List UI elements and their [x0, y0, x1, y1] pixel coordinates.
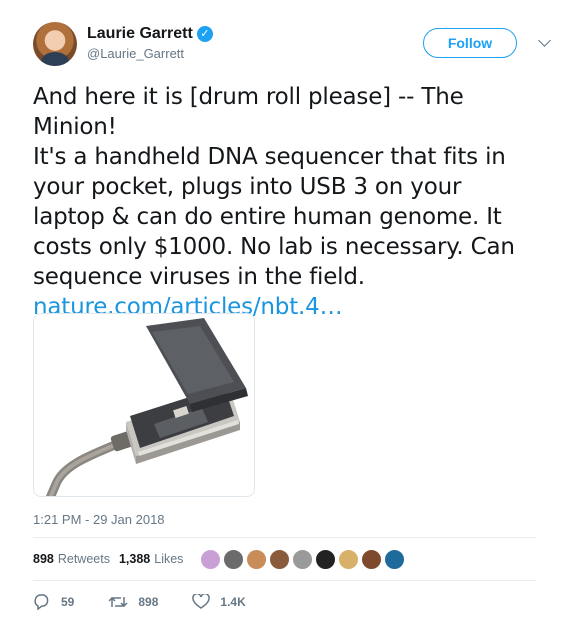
author-name[interactable]: Laurie Garrett [87, 25, 193, 43]
like-button[interactable]: 1.4K [192, 594, 246, 610]
liker-avatar[interactable] [292, 548, 314, 570]
tweet-header: Laurie Garrett ✓ @Laurie_Garrett Follow [33, 22, 551, 70]
verified-icon: ✓ [196, 26, 213, 42]
like-icon [192, 594, 211, 609]
likes-stat[interactable]: 1,388 Likes [119, 552, 183, 566]
tweet-body: And here it is [drum roll please] -- The… [33, 82, 538, 322]
media-image-minion-sequencer[interactable] [33, 313, 255, 497]
retweet-icon [108, 596, 128, 608]
retweets-stat[interactable]: 898 Retweets [33, 552, 110, 566]
engagement-stats: 898 Retweets 1,388 Likes [33, 548, 407, 570]
liker-avatars [200, 548, 407, 570]
reply-count: 59 [61, 595, 75, 609]
liker-avatar[interactable] [315, 548, 337, 570]
liker-avatar[interactable] [361, 548, 383, 570]
liker-avatar[interactable] [269, 548, 291, 570]
like-count: 1.4K [220, 595, 246, 609]
liker-avatar[interactable] [338, 548, 360, 570]
author-info[interactable]: Laurie Garrett ✓ @Laurie_Garrett [87, 25, 213, 61]
tweet-timestamp[interactable]: 1:21 PM - 29 Jan 2018 [33, 512, 165, 527]
minion-device-illustration [45, 318, 248, 496]
chevron-down-icon[interactable] [538, 34, 551, 47]
liker-avatar[interactable] [223, 548, 245, 570]
divider-bottom [33, 580, 536, 581]
retweets-count: 898 [33, 552, 54, 566]
retweets-label: Retweets [57, 552, 110, 566]
follow-button[interactable]: Follow [423, 28, 517, 58]
liker-avatar[interactable] [384, 548, 406, 570]
divider-top [33, 537, 536, 538]
liker-avatar[interactable] [200, 548, 222, 570]
liker-avatar[interactable] [246, 548, 268, 570]
retweet-count: 898 [138, 595, 159, 609]
likes-count: 1,388 [118, 552, 151, 566]
tweet-text: And here it is [drum roll please] -- The… [33, 84, 515, 290]
reply-button[interactable]: 59 [33, 594, 74, 610]
reply-icon [34, 594, 49, 610]
author-handle[interactable]: @Laurie_Garrett [87, 46, 213, 61]
retweet-button[interactable]: 898 [108, 594, 158, 610]
tweet-actions: 59 898 1.4K [33, 594, 280, 610]
likes-label: Likes [154, 552, 184, 566]
author-avatar[interactable] [33, 22, 77, 66]
